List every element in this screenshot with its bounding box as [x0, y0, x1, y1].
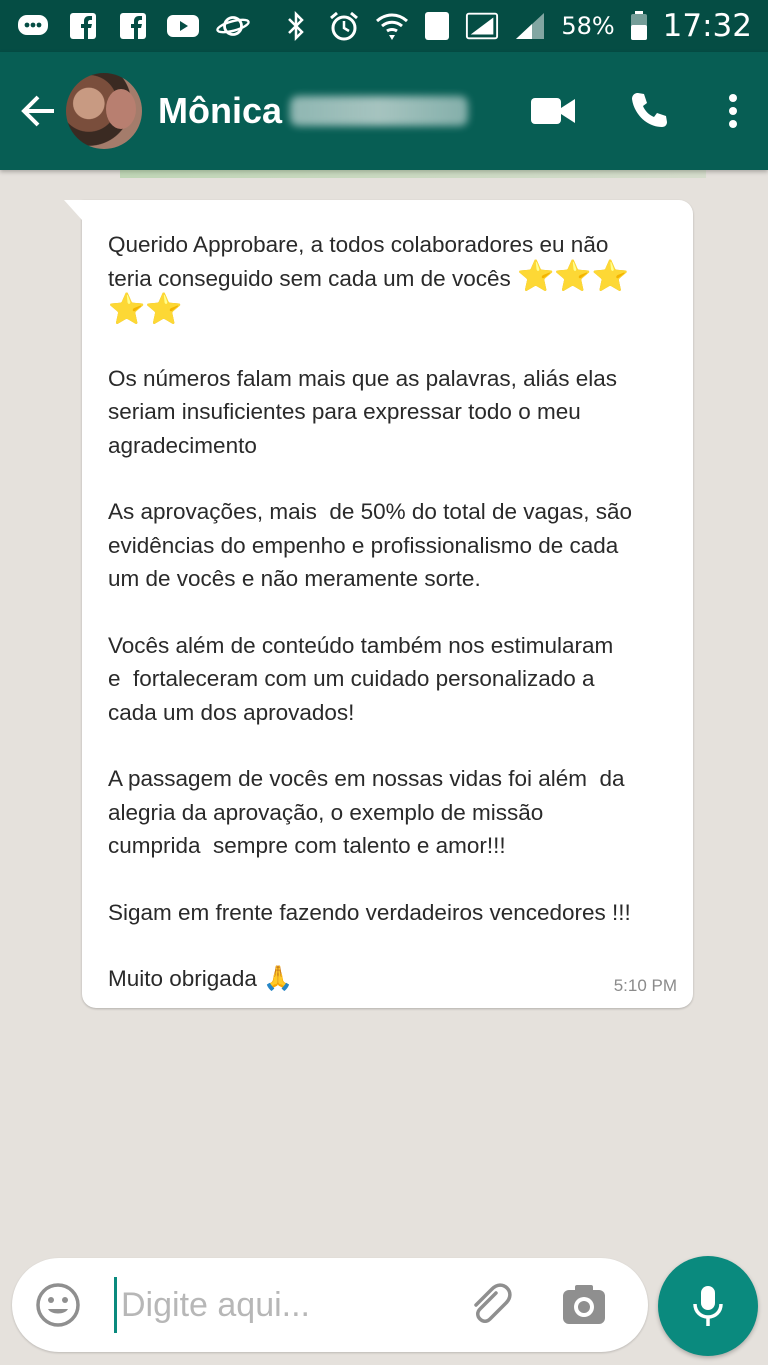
- message-line: Os números falam mais que as palavras, a…: [108, 365, 617, 391]
- bluetooth-icon: [279, 11, 313, 41]
- planet-icon: [216, 11, 250, 41]
- status-bar: 58% 17:32: [0, 0, 768, 52]
- contact-first-name: Mônica: [158, 90, 283, 131]
- youtube-icon: [166, 11, 200, 41]
- chat-header: Mônica: [0, 52, 768, 170]
- pray-emoji: 🙏: [263, 964, 293, 992]
- message-line: Vocês além de conteúdo também nos estimu…: [108, 632, 614, 658]
- video-call-button[interactable]: [506, 71, 602, 151]
- contact-name[interactable]: Mônica: [158, 90, 469, 132]
- signal-icon: [465, 11, 499, 41]
- clock: 17:32: [662, 8, 752, 44]
- message-line: Sigam em frente fazendo verdadeiros venc…: [108, 899, 631, 925]
- message-line: ⭐⭐: [108, 295, 671, 329]
- star-emoji: ⭐⭐⭐: [517, 258, 630, 294]
- chat-area[interactable]: Querido Approbare, a todos colaboradores…: [0, 170, 768, 1250]
- alarm-icon: [327, 11, 361, 41]
- wifi-icon: [375, 11, 409, 41]
- message-line: As aprovações, mais de 50% do total de v…: [108, 499, 633, 524]
- message-composer: [12, 1258, 648, 1352]
- message-line: A passagem de vocês em nossas vidas foi …: [108, 766, 625, 791]
- battery-icon: [629, 11, 649, 41]
- message-line: evidências do empenho e profissionalismo…: [108, 532, 619, 558]
- avatar[interactable]: [66, 73, 142, 149]
- message-line: cada um dos aprovados!: [108, 699, 355, 725]
- attach-button[interactable]: [458, 1273, 522, 1337]
- voice-message-button[interactable]: [658, 1256, 758, 1356]
- previous-message-edge: [120, 170, 706, 178]
- facebook-icon: [116, 11, 150, 41]
- camera-icon: [563, 1285, 605, 1324]
- camera-button[interactable]: [552, 1273, 616, 1337]
- more-vert-icon: [729, 94, 737, 128]
- attach-icon: [474, 1283, 512, 1323]
- message-line: teria conseguido sem cada um de vocês ⭐⭐…: [108, 258, 630, 294]
- phone-icon: [632, 93, 667, 127]
- message-input[interactable]: [114, 1277, 444, 1333]
- battery-percent: 58%: [561, 12, 615, 40]
- message-line: e fortaleceram com um cuidado personaliz…: [108, 666, 595, 691]
- message-line: alegria da aprovação, o exemplo de missã…: [108, 799, 544, 825]
- facebook-icon: [66, 11, 100, 41]
- signal-icon: [513, 11, 547, 41]
- message-icon: [16, 11, 50, 41]
- message-line: seriam insuficientes para expressar todo…: [108, 399, 581, 424]
- message-line: Querido Approbare, a todos colaboradores…: [108, 232, 609, 257]
- video-call-icon: [531, 98, 575, 124]
- message-timestamp: 5:10 PM: [613, 976, 677, 995]
- message-line: Muito obrigada 🙏: [108, 962, 671, 996]
- more-options-button[interactable]: [698, 71, 768, 151]
- emoji-icon: [36, 1283, 80, 1327]
- sim-icon: [423, 11, 451, 41]
- incoming-message-bubble[interactable]: Querido Approbare, a todos colaboradores…: [64, 200, 693, 1008]
- message-line: um de vocês e não meramente sorte.: [108, 566, 481, 591]
- back-button[interactable]: [10, 76, 66, 146]
- message-line: cumprida sempre com talento e amor!!!: [108, 833, 506, 858]
- emoji-button[interactable]: [26, 1273, 90, 1337]
- phone-call-button[interactable]: [602, 71, 698, 151]
- message-line: agradecimento: [108, 432, 257, 458]
- mic-icon: [693, 1286, 723, 1326]
- back-arrow-icon: [21, 95, 54, 127]
- star-emoji: ⭐⭐: [108, 292, 183, 327]
- blurred-surname: [290, 96, 469, 126]
